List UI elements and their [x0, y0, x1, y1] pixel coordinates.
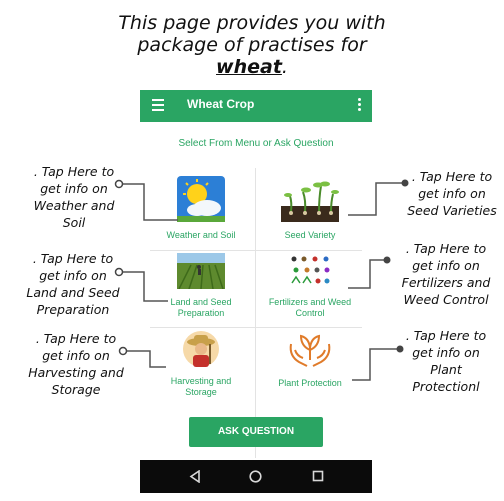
callout-line: get info on [412, 345, 480, 360]
callout-line: get info on [39, 268, 107, 283]
callout-land-seed-preparation: . Tap Here to get info on Land and Seed … [20, 250, 126, 318]
callout-plant-protection: . Tap Here to get info on Plant Protecti… [396, 327, 496, 395]
callout-line: . Tap Here to [405, 328, 487, 343]
callout-harvesting-storage: . Tap Here to get info on Harvesting and… [20, 330, 132, 398]
callout-weather-soil: . Tap Here to get info on Weather and So… [22, 163, 126, 231]
callout-fertilizers-weed-control: . Tap Here to get info on Fertilizers an… [392, 240, 500, 308]
callout-line: Preparation [36, 302, 110, 317]
callout-seed-varieties: . Tap Here to get info on Seed Varieties [402, 168, 502, 219]
callout-line: Weather and [33, 198, 115, 213]
callout-line: get info on [412, 258, 480, 273]
callout-line: Seed Varieties [407, 203, 497, 218]
callout-line: Land and Seed [26, 285, 120, 300]
callout-line: get info on [40, 181, 108, 196]
callout-line: Fertilizers and [401, 275, 491, 290]
callout-line: . Tap Here to [411, 169, 493, 184]
callout-line: Protectionl [412, 379, 480, 394]
callout-line: Storage [51, 382, 101, 397]
callout-line: Weed Control [403, 292, 489, 307]
callout-line: Plant [430, 362, 462, 377]
callout-line: . Tap Here to [32, 251, 114, 266]
callout-line: get info on [418, 186, 486, 201]
callout-line: Harvesting and [28, 365, 124, 380]
callout-line: get info on [42, 348, 110, 363]
callout-line: . Tap Here to [405, 241, 487, 256]
callout-line: Soil [62, 215, 86, 230]
callout-line: . Tap Here to [33, 164, 115, 179]
callout-line: . Tap Here to [35, 331, 117, 346]
